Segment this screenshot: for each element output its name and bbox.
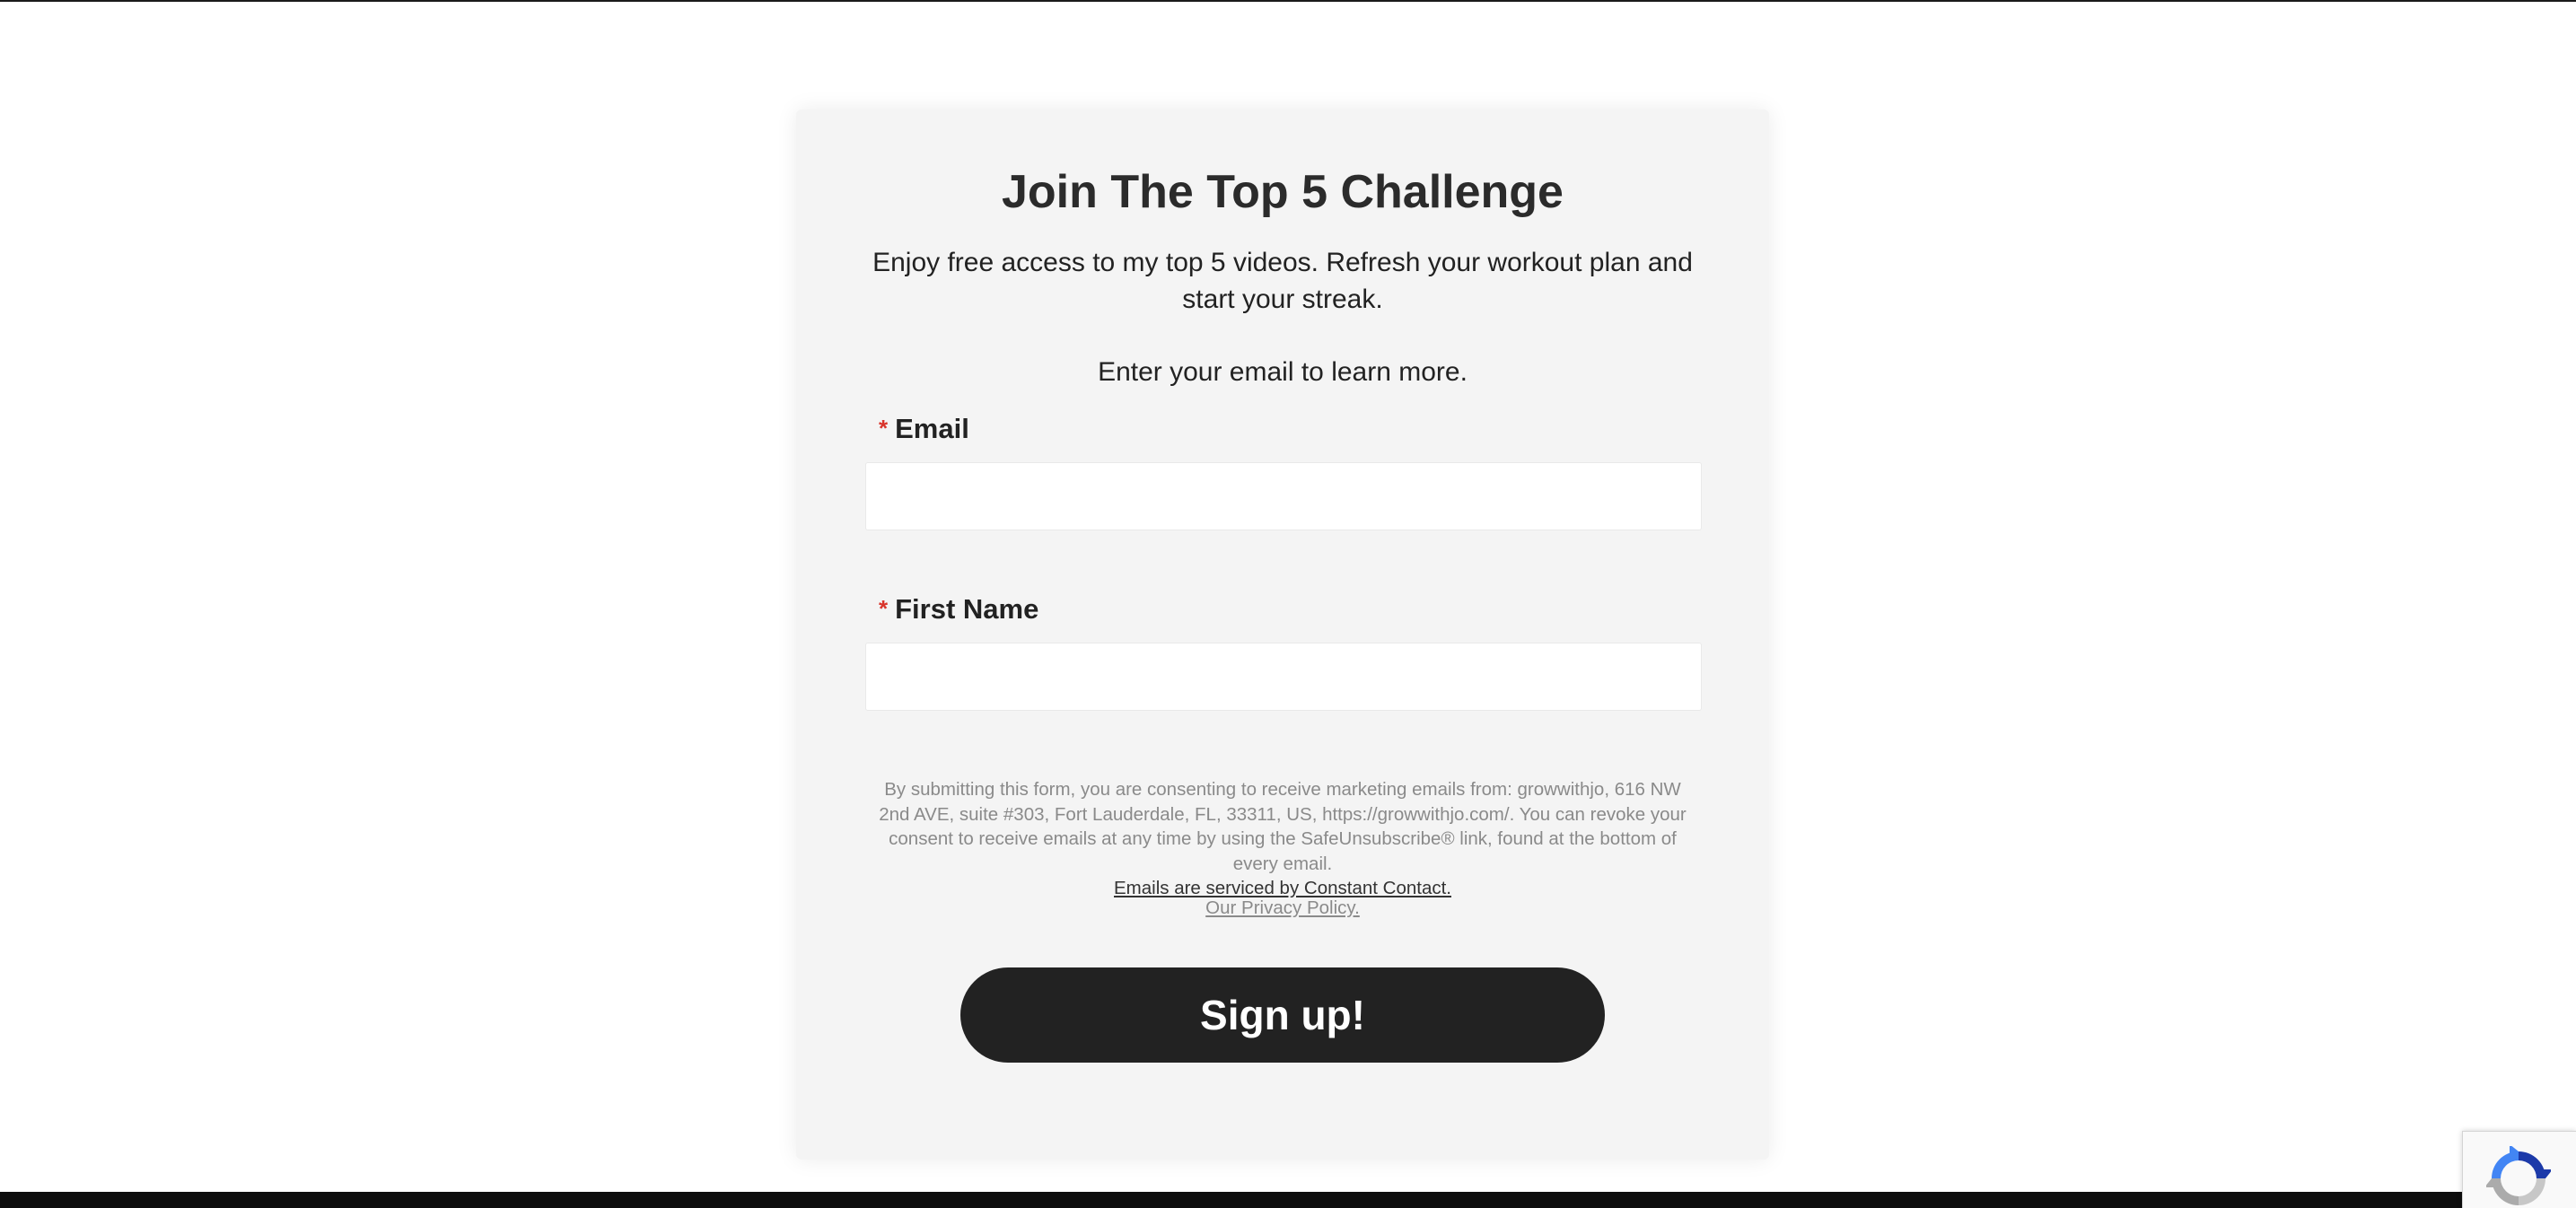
sign-up-button[interactable]: Sign up! — [960, 967, 1605, 1063]
email-label: * Email — [879, 411, 969, 446]
required-marker: * — [879, 415, 889, 442]
form-prompt: Enter your email to learn more. — [1098, 357, 1468, 387]
consent-notice: By submitting this form, you are consent… — [868, 777, 1697, 901]
privacy-policy-link[interactable]: Our Privacy Policy. — [1205, 897, 1360, 918]
recaptcha-badge[interactable] — [2462, 1131, 2576, 1208]
top-divider — [0, 0, 2576, 2]
first-name-label: * First Name — [879, 591, 1038, 626]
first-name-field[interactable] — [865, 643, 1702, 711]
email-field[interactable] — [865, 462, 1702, 530]
recaptcha-icon — [2486, 1146, 2551, 1205]
first-name-label-text: First Name — [895, 593, 1039, 625]
consent-text: By submitting this form, you are consent… — [879, 779, 1687, 874]
email-label-text: Email — [895, 413, 969, 444]
privacy-policy-row: Our Privacy Policy. — [796, 896, 1769, 921]
footer-bar — [0, 1192, 2576, 1208]
form-title: Join The Top 5 Challenge — [1002, 166, 1564, 218]
signup-form-card: Join The Top 5 Challenge Enjoy free acce… — [796, 109, 1769, 1160]
required-marker: * — [879, 595, 889, 622]
form-intro: Enjoy free access to my top 5 videos. Re… — [872, 248, 1693, 314]
